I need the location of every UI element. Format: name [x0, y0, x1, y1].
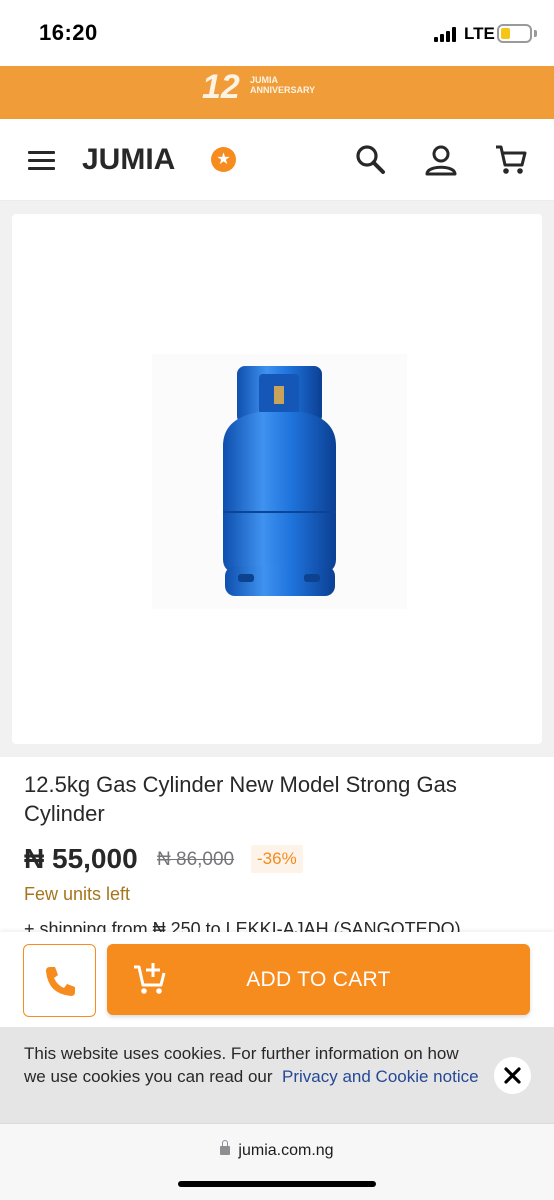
add-to-cart-button[interactable]: ADD TO CART: [107, 944, 530, 1015]
purchase-action-bar: ADD TO CART: [0, 932, 554, 1027]
phone-icon: [46, 967, 75, 996]
product-title: 12.5kg Gas Cylinder New Model Strong Gas…: [24, 772, 457, 826]
status-bar: 16:20 LTE: [0, 0, 554, 66]
anniversary-text: JUMIA ANNIVERSARY: [250, 75, 315, 95]
discount-badge: -36%: [251, 845, 303, 873]
product-image-card[interactable]: [12, 214, 542, 744]
menu-icon[interactable]: [28, 151, 55, 171]
cart-icon[interactable]: [494, 143, 528, 177]
jumia-logo[interactable]: JUMIA: [82, 143, 175, 177]
status-time: 16:20: [39, 20, 98, 45]
site-header: JUMIA ★: [0, 119, 554, 201]
browser-bottom-bar: jumia.com.ng: [0, 1123, 554, 1200]
battery-tip: [534, 30, 537, 37]
gas-cylinder-image: [152, 354, 407, 609]
product-price: ₦ 55,000: [24, 843, 138, 874]
privacy-cookie-link[interactable]: Privacy and Cookie notice: [282, 1067, 479, 1086]
anniversary-banner[interactable]: 12 JUMIA ANNIVERSARY: [0, 66, 554, 119]
anniversary-line1: JUMIA: [250, 75, 279, 85]
add-to-cart-label: ADD TO CART: [246, 968, 391, 991]
stock-status: Few units left: [24, 884, 131, 904]
url-text: jumia.com.ng: [238, 1142, 334, 1159]
cookie-text-block: This website uses cookies. For further i…: [24, 1043, 479, 1088]
close-icon: [504, 1067, 521, 1084]
product-info: 12.5kg Gas Cylinder New Model Strong Gas…: [0, 757, 554, 937]
logo-star-icon: ★: [211, 147, 236, 172]
battery-icon: [497, 24, 532, 43]
cookie-close-button[interactable]: [494, 1057, 531, 1094]
account-icon[interactable]: [424, 143, 458, 177]
signal-icon: [434, 27, 456, 42]
lock-icon: [220, 1140, 231, 1155]
anniversary-number: 12: [202, 68, 240, 106]
home-indicator[interactable]: [178, 1181, 376, 1187]
search-icon[interactable]: [354, 143, 388, 177]
network-label: LTE: [464, 24, 495, 43]
product-old-price: ₦ 86,000: [157, 849, 235, 870]
cookie-notice: This website uses cookies. For further i…: [0, 1027, 554, 1123]
address-bar[interactable]: jumia.com.ng: [0, 1140, 554, 1160]
call-button[interactable]: [23, 944, 96, 1017]
anniversary-line2: ANNIVERSARY: [250, 85, 316, 95]
